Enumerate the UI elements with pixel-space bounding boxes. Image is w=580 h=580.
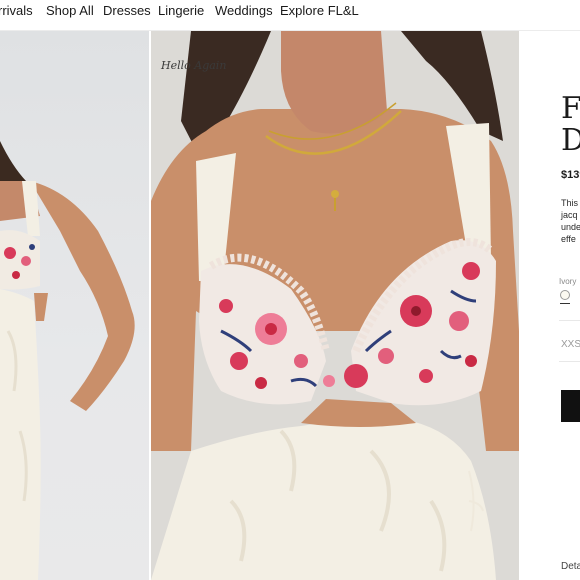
color-label: Ivory	[559, 277, 577, 286]
image-watermark: Hello Again	[161, 59, 227, 72]
dress-closeup-illustration	[151, 31, 519, 580]
nav-item-weddings[interactable]: Weddings	[215, 3, 273, 19]
nav-item-lingerie[interactable]: Lingerie	[158, 3, 204, 19]
details-tab[interactable]: Deta	[561, 561, 580, 572]
description-line: effe	[561, 234, 576, 244]
product-info-panel: Fo D $139 This jacq unde effe Ivory XXS …	[519, 31, 580, 580]
product-image-secondary[interactable]	[0, 31, 149, 580]
add-to-bag-button[interactable]	[561, 390, 580, 422]
nav-item-explore[interactable]: Explore FL&L	[280, 3, 359, 19]
top-nav: rrivals Shop All Dresses Lingerie Weddin…	[0, 0, 580, 31]
divider	[559, 361, 580, 362]
nav-item-shop-all[interactable]: Shop All	[46, 3, 94, 19]
product-title-line-1: Fo	[561, 91, 580, 126]
product-price: $139	[561, 169, 580, 181]
divider	[559, 320, 580, 321]
description-line: This	[561, 198, 579, 208]
size-option-xxs[interactable]: XXS	[561, 339, 580, 350]
nav-item-dresses[interactable]: Dresses	[103, 3, 151, 19]
product-title-line-2: D	[561, 123, 580, 158]
selected-swatch-indicator	[560, 303, 570, 304]
nav-item-new-arrivals[interactable]: rrivals	[0, 3, 33, 19]
description-line: jacq	[561, 210, 578, 220]
description-line: unde	[561, 222, 580, 232]
color-swatch-ivory[interactable]	[560, 290, 570, 300]
product-image-main[interactable]: Hello Again	[151, 31, 519, 580]
model-full-length-illustration	[0, 141, 135, 580]
